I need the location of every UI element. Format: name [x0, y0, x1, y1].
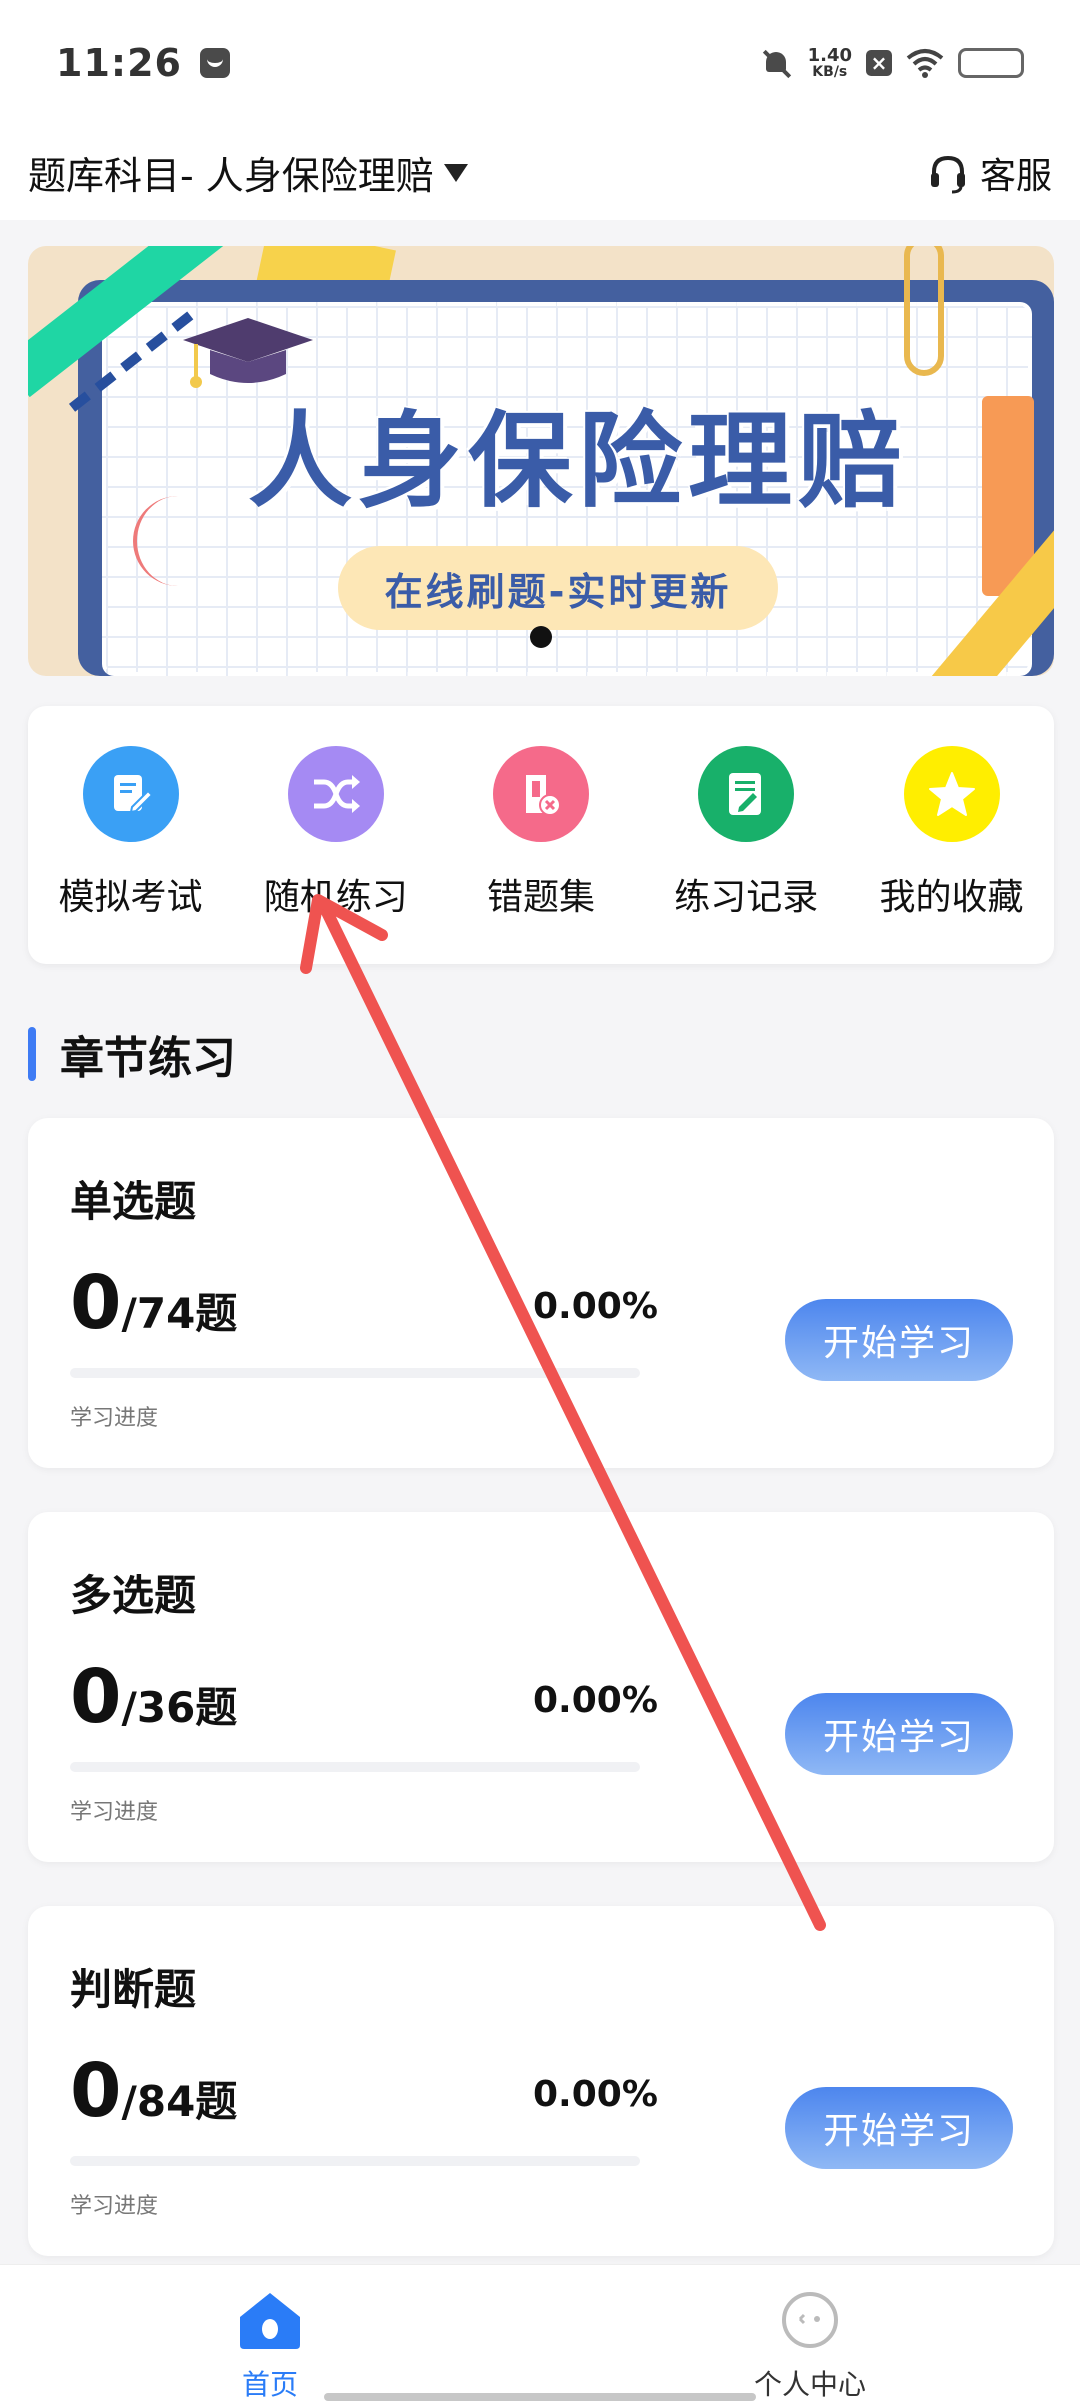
- gesture-bar[interactable]: [324, 2393, 756, 2401]
- start-study-button[interactable]: 开始学习: [785, 1693, 1013, 1775]
- quick-action-label: 模拟考试: [58, 877, 203, 918]
- quick-action-my-favorites[interactable]: 我的收藏: [849, 746, 1054, 964]
- network-speed: 1.40 KB/s: [807, 44, 852, 80]
- card-done-count: 0: [70, 2048, 122, 2134]
- message-icon: [199, 47, 230, 78]
- progress-bar: [70, 1368, 640, 1378]
- practice-card-multiple-choice: 多选题 0 /36题 0.00% 学习进度 开始学习: [28, 1512, 1054, 1862]
- quick-action-label: 练习记录: [674, 877, 819, 918]
- quick-action-label: 我的收藏: [879, 877, 1024, 918]
- progress-label: 学习进度: [70, 2194, 159, 2219]
- progress-label: 学习进度: [70, 1406, 159, 1431]
- exam-icon: [82, 746, 179, 842]
- card-count: 0 /36题: [70, 1660, 237, 1735]
- practice-card-true-false: 判断题 0 /84题 0.00% 学习进度 开始学习: [28, 1906, 1054, 2256]
- wrong-set-icon: [493, 746, 589, 842]
- start-study-button[interactable]: 开始学习: [785, 1299, 1013, 1381]
- network-speed-unit: KB/s: [812, 63, 848, 80]
- quick-action-wrong-set[interactable]: 错题集: [439, 746, 644, 964]
- user-face-icon: [782, 2292, 838, 2348]
- banner-title: 人身保险理赔: [247, 400, 908, 522]
- card-title: 单选题: [70, 1177, 197, 1226]
- subject-selector[interactable]: 题库科目- 人身保险理赔: [28, 145, 468, 200]
- banner-subtitle-pill: 在线刷题-实时更新: [338, 546, 778, 630]
- card-percent: 0.00%: [533, 1286, 658, 1327]
- battery-icon: [958, 47, 1024, 78]
- close-box-icon: ×: [866, 49, 892, 76]
- carousel-indicator-dot[interactable]: [530, 626, 552, 648]
- card-total-count: /74题: [121, 1289, 238, 1338]
- status-time: 11:26: [56, 40, 182, 85]
- card-count: 0 /84题: [70, 2054, 237, 2129]
- nav-user-center[interactable]: 个人中心: [540, 2265, 1080, 2408]
- section-header: 章节练习: [28, 1024, 236, 1084]
- quick-actions-panel: 模拟考试 随机练习 错题集 练习记录 我的收藏: [28, 706, 1054, 964]
- network-speed-value: 1.40: [807, 44, 852, 66]
- customer-service-button[interactable]: 客服: [928, 147, 1052, 199]
- section-accent-bar: [28, 1027, 36, 1081]
- banner-subtitle: 在线刷题-实时更新: [384, 569, 732, 614]
- bell-mute-icon: [760, 46, 794, 80]
- card-count: 0 /74题: [70, 1266, 237, 1341]
- quick-action-random-practice[interactable]: 随机练习: [233, 746, 438, 964]
- quick-action-practice-record[interactable]: 练习记录: [644, 746, 849, 964]
- customer-service-label: 客服: [979, 155, 1052, 197]
- card-done-count: 0: [70, 1260, 122, 1346]
- card-percent: 0.00%: [533, 1680, 658, 1721]
- quick-action-mock-exam[interactable]: 模拟考试: [28, 746, 233, 964]
- section-title: 章节练习: [60, 1033, 236, 1084]
- banner-carousel[interactable]: 人身保险理赔 在线刷题-实时更新: [28, 246, 1054, 676]
- status-bar: 11:26 1.40 KB/s ×: [0, 0, 1080, 125]
- paperclip-icon: [904, 246, 944, 376]
- dropdown-triangle-icon: [443, 163, 468, 182]
- nav-user-center-label: 个人中心: [753, 2368, 866, 2401]
- practice-card-single-choice: 单选题 0 /74题 0.00% 学习进度 开始学习: [28, 1118, 1054, 1468]
- nav-home-label: 首页: [241, 2368, 298, 2401]
- start-study-button[interactable]: 开始学习: [785, 2087, 1013, 2169]
- record-icon: [698, 746, 795, 842]
- top-nav: 题库科目- 人身保险理赔 客服: [0, 125, 1080, 220]
- subject-label: 题库科目- 人身保险理赔: [28, 154, 434, 198]
- status-left: 11:26: [56, 41, 230, 85]
- home-icon: [240, 2293, 300, 2349]
- card-total-count: /36题: [121, 1683, 238, 1732]
- nav-home[interactable]: 首页: [0, 2265, 540, 2408]
- progress-label: 学习进度: [70, 1800, 159, 1825]
- shuffle-icon: [287, 746, 384, 842]
- card-percent: 0.00%: [533, 2074, 658, 2115]
- card-total-count: /84题: [121, 2077, 238, 2126]
- status-right: 1.40 KB/s ×: [760, 46, 1024, 80]
- headset-icon: [930, 155, 965, 193]
- quick-action-label: 随机练习: [263, 877, 408, 918]
- progress-bar: [70, 2156, 640, 2166]
- card-title: 多选题: [70, 1571, 197, 1620]
- star-icon: [903, 746, 1000, 842]
- progress-bar: [70, 1762, 640, 1772]
- card-done-count: 0: [70, 1654, 122, 1740]
- card-title: 判断题: [70, 1965, 197, 2014]
- quick-action-label: 错题集: [486, 877, 595, 918]
- bottom-nav: 首页 个人中心: [0, 2264, 1080, 2408]
- wifi-icon: [906, 48, 944, 78]
